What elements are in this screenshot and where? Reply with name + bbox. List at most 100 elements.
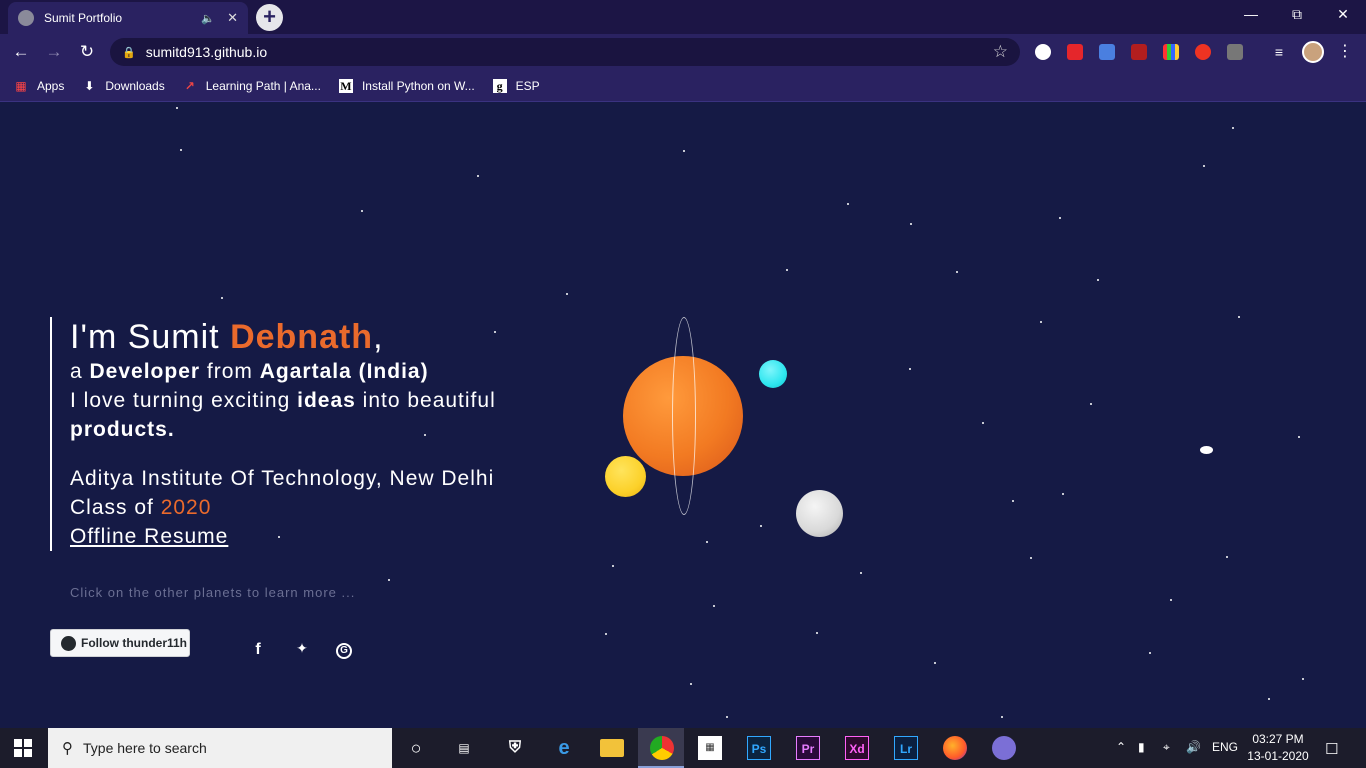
speed-extension-icon[interactable] — [1035, 44, 1051, 60]
store-icon[interactable]: ▦ — [698, 736, 722, 760]
search-icon: ⚲ — [62, 740, 73, 757]
star-dot — [860, 572, 862, 574]
media-queue-icon[interactable]: ≡ — [1268, 41, 1290, 63]
star-dot — [956, 271, 958, 273]
clock[interactable]: 03:27 PM 13-01-2020 — [1246, 731, 1310, 765]
star-dot — [982, 422, 984, 424]
star-dot — [176, 107, 178, 109]
star-dot — [910, 223, 912, 225]
firefox-icon[interactable] — [943, 736, 967, 760]
task-view-icon[interactable]: ▤ — [452, 736, 476, 760]
premiere-icon[interactable]: Pr — [796, 736, 820, 760]
g-letter-icon: g — [492, 78, 507, 93]
youtube-extension-icon[interactable] — [1067, 44, 1083, 60]
comma: , — [373, 318, 384, 356]
medium-icon: M — [338, 78, 353, 93]
edge-icon[interactable]: e — [552, 736, 576, 760]
star-dot — [683, 150, 685, 152]
yellow-planet[interactable] — [605, 456, 646, 497]
security-shield-icon[interactable]: ⛨ — [503, 736, 527, 760]
star-dot — [816, 632, 818, 634]
new-tab-button[interactable]: + — [256, 4, 283, 31]
role-line: a Developer from Agartala (India) — [70, 357, 496, 386]
browser-toolbar: ← → ↻ 🔒 sumitd913.github.io ☆ ≡ ⋮ — [0, 34, 1366, 70]
resume-link[interactable]: Offline Resume — [70, 522, 496, 551]
apps-grid-icon: ▦ — [15, 78, 27, 93]
lock-icon: 🔒 — [122, 46, 136, 59]
colorpick-extension-icon[interactable] — [1163, 44, 1179, 60]
star-dot — [180, 149, 182, 151]
xd-icon[interactable]: Xd — [845, 736, 869, 760]
class-label: Class of — [70, 496, 161, 519]
file-explorer-icon[interactable] — [600, 739, 624, 757]
bookmark-label: Install Python on W... — [361, 78, 475, 93]
star-dot — [1097, 279, 1099, 281]
twitter-icon[interactable]: ✦ — [292, 641, 312, 657]
clock-time: 03:27 PM — [1252, 732, 1304, 746]
bookmark-esp[interactable]: g ESP — [492, 78, 540, 93]
grey-planet[interactable] — [796, 490, 843, 537]
speaker-icon[interactable]: 🔈 — [201, 12, 215, 25]
star-dot — [847, 203, 849, 205]
close-tab-icon[interactable]: ✕ — [227, 10, 238, 26]
chrome-icon[interactable] — [650, 736, 674, 760]
browser-tab[interactable]: Sumit Portfolio 🔈 ✕ — [8, 2, 248, 34]
adblock-extension-icon[interactable] — [1195, 44, 1211, 60]
taskbar-search[interactable]: ⚲ Type here to search — [48, 728, 392, 768]
counter-extension-icon[interactable] — [1227, 44, 1243, 60]
wifi-icon[interactable]: ⌖ — [1163, 740, 1170, 755]
facebook-icon[interactable]: f — [248, 641, 268, 659]
google-icon[interactable]: G — [336, 643, 352, 659]
volume-icon[interactable]: 🔊 — [1186, 740, 1201, 754]
star-dot — [221, 297, 223, 299]
tagline: I love turning exciting ideas into beaut… — [70, 386, 496, 415]
bookmark-downloads[interactable]: ⬇ Downloads — [82, 79, 164, 93]
bookmark-install-python[interactable]: M Install Python on W... — [338, 78, 475, 93]
star-dot — [786, 269, 788, 271]
college: Aditya Institute Of Technology, New Delh… — [70, 467, 495, 490]
windows-start-icon[interactable] — [14, 739, 32, 757]
clock-date: 13-01-2020 — [1247, 749, 1309, 763]
tab-title: Sumit Portfolio — [44, 11, 123, 25]
minimize-icon[interactable]: — — [1228, 0, 1274, 30]
ideas-word: ideas — [297, 389, 356, 412]
taskbar: ⚲ Type here to search ○ ▤ ⛨ e ▦ Ps Pr Xd… — [0, 728, 1366, 768]
cyan-planet[interactable] — [759, 360, 787, 388]
star-dot — [934, 662, 936, 664]
star-dot — [706, 541, 708, 543]
battery-icon[interactable]: ▮ — [1138, 740, 1145, 754]
github-desktop-icon[interactable] — [992, 736, 1016, 760]
forward-arrow-icon[interactable]: → — [43, 41, 65, 63]
translate-extension-icon[interactable] — [1099, 44, 1115, 60]
bookmark-star-icon[interactable]: ☆ — [993, 42, 1008, 62]
notifications-icon[interactable]: ☐ — [1325, 740, 1338, 758]
github-follow-button[interactable]: Follow thunder11h — [50, 629, 190, 657]
class-year: 2020 — [160, 496, 212, 519]
bookmark-label: Learning Path | Ana... — [205, 78, 321, 93]
language-indicator[interactable]: ENG — [1212, 740, 1238, 754]
role: Developer — [89, 360, 201, 383]
photoshop-icon[interactable]: Ps — [747, 736, 771, 760]
restore-icon[interactable]: ⧉ — [1274, 0, 1320, 30]
lightroom-icon[interactable]: Lr — [894, 736, 918, 760]
chevron-up-icon[interactable]: ⌃ — [1116, 740, 1126, 754]
bookmark-apps[interactable]: ▦ Apps — [14, 79, 64, 93]
star-dot — [1030, 557, 1032, 559]
avatar[interactable] — [1302, 41, 1324, 63]
star-dot — [1040, 321, 1042, 323]
address-bar[interactable]: 🔒 sumitd913.github.io ☆ — [110, 38, 1020, 66]
github-icon — [61, 635, 76, 651]
bookmark-learning-path[interactable]: ↗ Learning Path | Ana... — [183, 79, 321, 93]
bookmark-label: Apps — [37, 78, 65, 93]
star-dot — [1238, 316, 1240, 318]
back-arrow-icon[interactable]: ← — [10, 41, 32, 63]
pdf-extension-icon[interactable] — [1131, 44, 1147, 60]
star-dot — [1203, 165, 1205, 167]
star-dot — [388, 579, 390, 581]
hint-text: Click on the other planets to learn more… — [70, 585, 356, 600]
reload-icon[interactable]: ↻ — [76, 41, 98, 63]
cortana-icon[interactable]: ○ — [404, 736, 428, 760]
window-close-icon[interactable]: ✕ — [1320, 0, 1366, 30]
star-dot — [1090, 403, 1092, 405]
menu-dots-icon[interactable]: ⋮ — [1334, 41, 1356, 63]
